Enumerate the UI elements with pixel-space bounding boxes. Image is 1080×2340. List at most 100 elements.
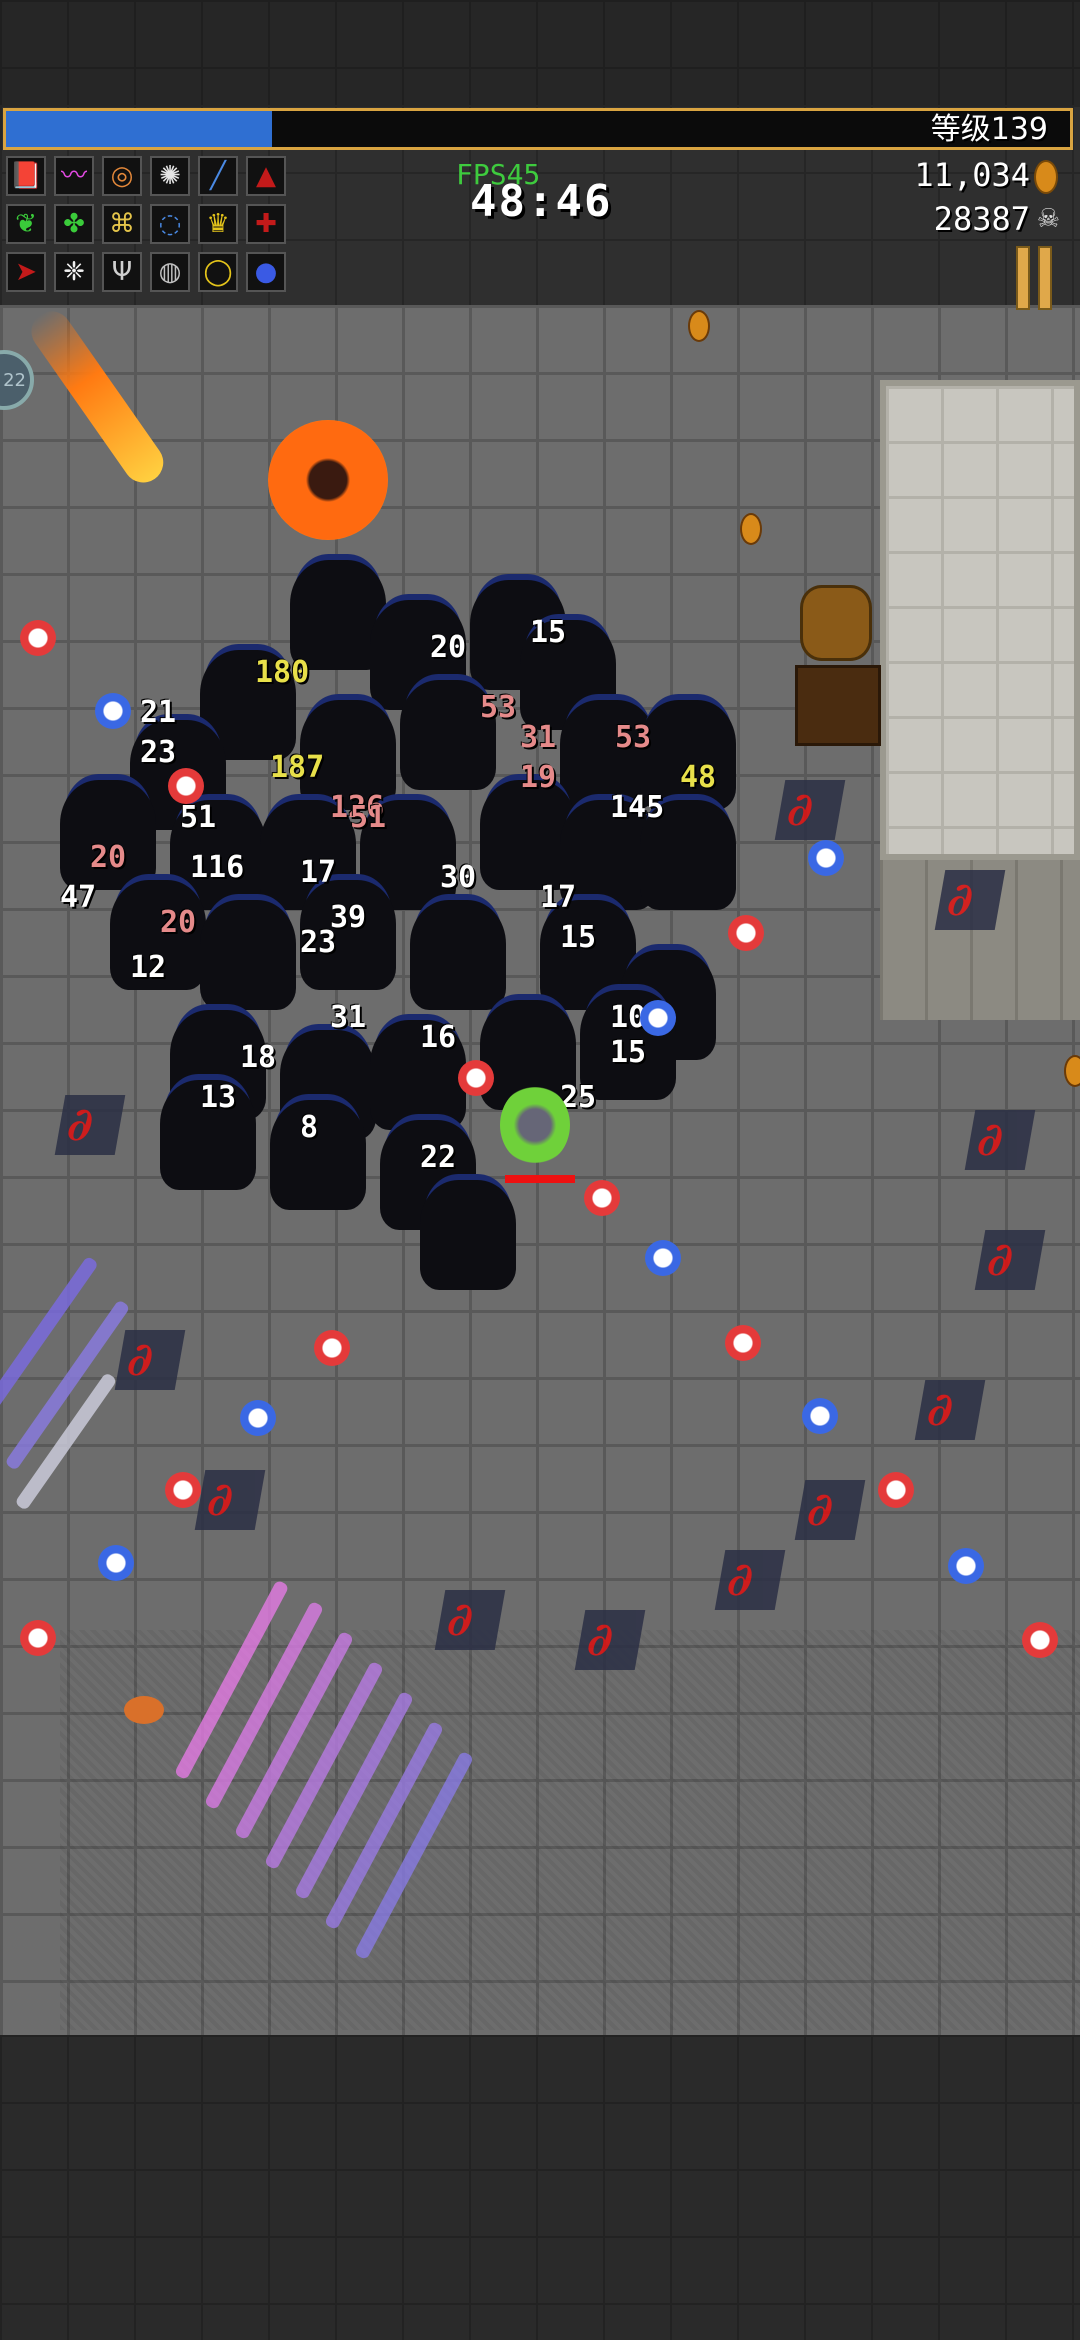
ghost-spirit: ∂ [974,1230,1046,1290]
blue-orb [645,1240,681,1276]
game-screen[interactable]: 180 21 20 15 23 31 53 19 48 126 51 145 116 17 20 30 12 23… [0,0,1080,2340]
ghost-spirit: ∂ [934,870,1006,930]
damage-number: 17 [300,855,337,890]
blue-orb [240,1400,276,1436]
clover-icon: ✤ [54,204,94,244]
ghost-spirit: ∂ [794,1480,866,1540]
reaper-enemy [410,900,506,1010]
dark-floor-bottom [0,2035,1080,2340]
player-character [500,1085,570,1165]
wings-icon: ❈ [54,252,94,292]
cross-icon: ✚ [246,204,286,244]
damage-number: 21 [140,695,177,730]
damage-number: 23 [140,735,177,770]
xp-bar: 等级139 [3,108,1073,150]
flame-mark-icon: ∂ [203,1472,238,1526]
damage-number: 8 [300,1110,319,1145]
damage-number: 20 [160,905,197,940]
damage-number: 48 [680,760,717,795]
ghost-spirit: ∂ [114,1330,186,1390]
red-orb [1022,1622,1058,1658]
arrow-icon: ➤ [6,252,46,292]
coin-pickup [1064,1055,1080,1087]
damage-number: 20 [430,630,467,665]
flame-mark-icon: ∂ [943,872,978,926]
damage-number: 53 [615,720,652,755]
ghost-spirit: ∂ [714,1550,786,1610]
orb-ring-icon: ◌ [150,204,190,244]
red-orb [314,1330,350,1366]
coin-pickup [740,513,762,545]
flame-mark-icon: ∂ [923,1382,958,1436]
fireball [268,420,388,540]
ghost-spirit: ∂ [194,1470,266,1530]
stone-building [880,380,1080,860]
damage-number: 18 [240,1040,277,1075]
blue-orb [98,1545,134,1581]
xp-bar-fill [6,111,272,147]
damage-number: 145 [610,790,665,825]
pause-bar-left [1016,246,1030,310]
damage-number: 30 [440,860,477,895]
red-orb [458,1060,494,1096]
damage-number: 20 [90,840,127,875]
flame-mark-icon: ∂ [123,1332,158,1386]
rune-icon: ⌘ [102,204,142,244]
roast-chicken-pickup [124,1696,164,1724]
flame-mark-icon: ∂ [63,1097,98,1151]
ghost-spirit: ∂ [54,1095,126,1155]
crown-icon: ♛ [198,204,238,244]
damage-number: 180 [255,655,310,690]
damage-number: 17 [540,880,577,915]
whip-icon: 〰 [54,156,94,196]
blue-orb [95,693,131,729]
ghost-spirit: ∂ [434,1590,506,1650]
garlic-ring-icon: ◎ [102,156,142,196]
axe-icon: ▲ [246,156,286,196]
ghost-spirit: ∂ [964,1110,1036,1170]
flame-mark-icon: ∂ [803,1482,838,1536]
red-orb [878,1472,914,1508]
damage-number: 53 [480,690,517,725]
inventory-grid: 📕 〰 ◎ ✺ ╱ ▲ ❦ ✤ ⌘ ◌ ♛ ✚ ➤ ❈ Ψ ◍ ◯ ● [6,156,294,296]
candelabra-icon: Ψ [102,252,142,292]
flame-mark-icon: ∂ [723,1552,758,1606]
damage-number: 51 [350,800,387,835]
blue-orb [640,1000,676,1036]
red-orb [584,1180,620,1216]
dark-floor-top [0,0,1080,105]
player-hp-bar [505,1175,575,1183]
blue-orb [948,1548,984,1584]
ghost-spirit: ∂ [574,1610,646,1670]
survival-timer: 48:46 [470,176,613,227]
damage-number: 22 [420,1140,457,1175]
damage-number: 39 [330,900,367,935]
pause-button[interactable] [1016,246,1054,310]
floor-shadow [60,1630,1080,2030]
book-icon: 📕 [6,156,46,196]
ghost-spirit: ∂ [914,1380,986,1440]
blue-orb [808,840,844,876]
kill-count: 28387 [933,200,1030,238]
damage-number: 15 [530,615,567,650]
reaper-enemy [420,1180,516,1290]
red-orb [728,915,764,951]
damage-number: 187 [270,750,325,785]
damage-number: 15 [560,920,597,955]
crate [795,665,881,746]
red-orb [168,768,204,804]
reaper-enemy [200,900,296,1010]
damage-number: 31 [330,1000,367,1035]
red-orb [725,1325,761,1361]
pause-bar-right [1038,246,1052,310]
skull-icon: ☠ [1036,204,1060,234]
damage-number: 31 [520,720,557,755]
red-orb [20,620,56,656]
flame-mark-icon: ∂ [443,1592,478,1646]
flame-mark-icon: ∂ [973,1112,1008,1166]
flame-mark-icon: ∂ [583,1612,618,1666]
wand-icon: ╱ [198,156,238,196]
damage-number: 116 [190,850,245,885]
ghost-spirit: ∂ [774,780,846,840]
blue-orb [802,1398,838,1434]
